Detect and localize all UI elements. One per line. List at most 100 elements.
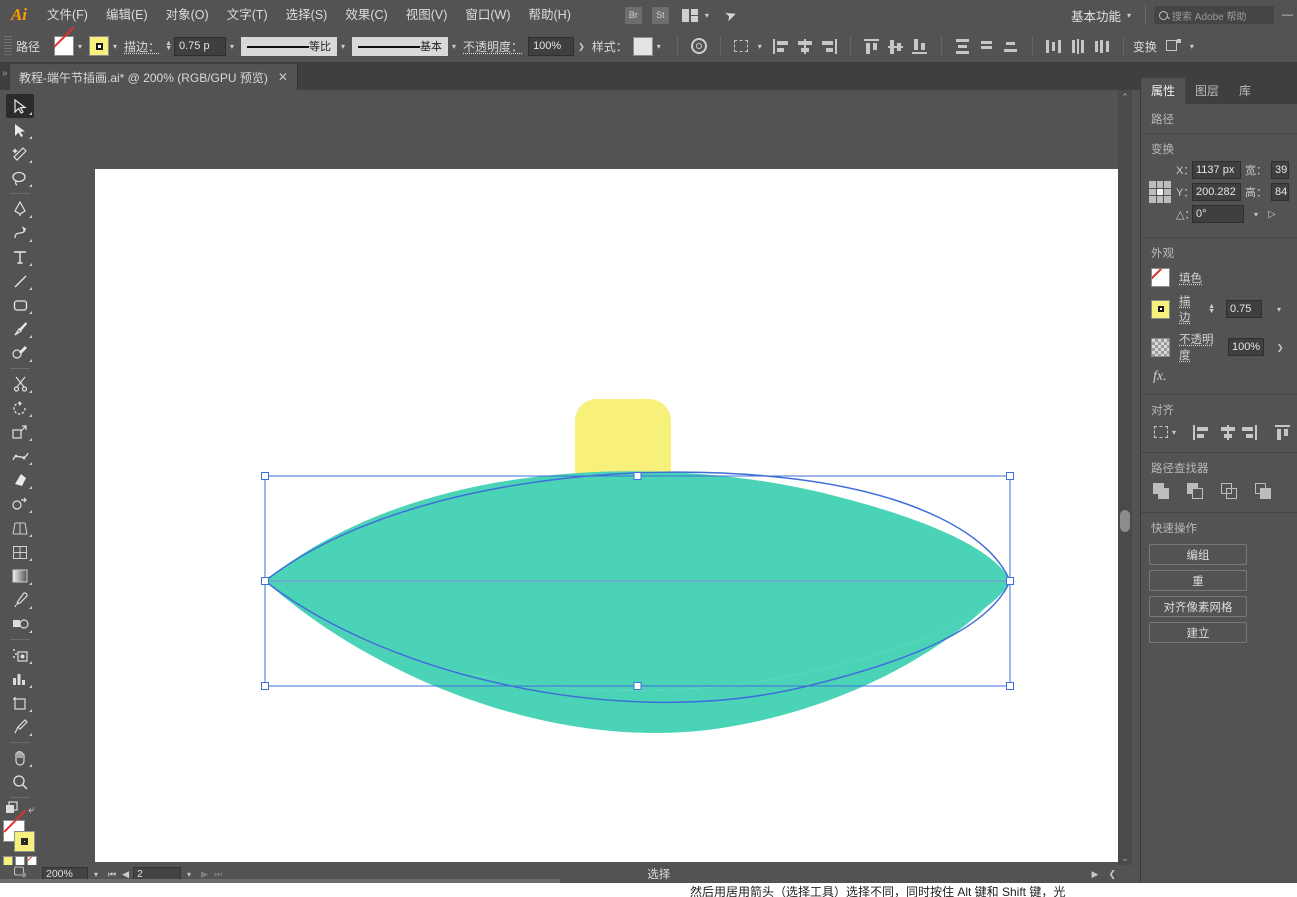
selection-tool[interactable] — [6, 94, 34, 118]
menu-select[interactable]: 选择(S) — [277, 0, 337, 30]
tab-layers[interactable]: 图层 — [1185, 78, 1229, 104]
align-center-horizontal-icon[interactable] — [797, 38, 813, 54]
brush-chevron-down-icon[interactable]: ▾ — [452, 42, 456, 51]
last-artboard-icon[interactable]: ⏭ — [214, 869, 222, 880]
canvas-vertical-scrollbar[interactable]: ⌃ ⌄ — [1118, 90, 1132, 865]
width-input[interactable]: 39 — [1271, 161, 1289, 179]
zoom-tool[interactable] — [6, 770, 34, 794]
x-input[interactable]: 1137 px — [1192, 161, 1241, 179]
appearance-stroke-stepper[interactable]: ▲ ▼ — [1208, 303, 1215, 315]
height-input[interactable]: 84 — [1271, 183, 1289, 201]
workspace-chevron-down-icon[interactable]: ▾ — [1127, 11, 1131, 20]
lasso-tool[interactable] — [6, 166, 34, 190]
opacity-input[interactable]: 100% — [528, 36, 575, 56]
distribute-center-icon[interactable] — [979, 39, 995, 54]
arrange-chevron-down-icon[interactable]: ▾ — [705, 11, 709, 20]
bridge-button[interactable]: Br — [624, 6, 642, 24]
reference-point-icon[interactable] — [1149, 181, 1171, 203]
rectangle-tool[interactable] — [6, 293, 34, 317]
menu-object[interactable]: 对象(O) — [157, 0, 218, 30]
stroke-color-swatch[interactable] — [14, 831, 35, 852]
symbol-sprayer-tool[interactable] — [6, 643, 34, 667]
group-button[interactable]: 编组 — [1149, 544, 1247, 565]
control-bar-grip[interactable] — [4, 36, 12, 56]
appearance-fill-swatch[interactable] — [1151, 268, 1170, 287]
appearance-opacity-expand-icon[interactable]: ❯ — [1273, 343, 1287, 352]
menu-type[interactable]: 文字(T) — [218, 0, 277, 30]
align-to-chevron-down-icon[interactable]: ▾ — [1169, 428, 1178, 437]
panel-align-right-icon[interactable] — [1241, 425, 1257, 440]
fill-swatch[interactable] — [54, 36, 75, 56]
select-similar-chevron-icon[interactable]: ▾ — [758, 42, 762, 51]
appearance-stroke-input[interactable]: 0.75 — [1226, 300, 1262, 318]
style-chevron-down-icon[interactable]: ▾ — [657, 42, 661, 51]
width-tool[interactable] — [6, 444, 34, 468]
magic-wand-tool[interactable] — [6, 142, 34, 166]
fill-chevron-down-icon[interactable]: ▾ — [78, 42, 82, 51]
graphic-style-swatch[interactable] — [632, 36, 653, 56]
appearance-opacity-input[interactable]: 100% — [1227, 338, 1265, 356]
distribute-bottom-icon[interactable] — [1003, 39, 1019, 54]
distribute-left-icon[interactable] — [1045, 39, 1062, 54]
menu-view[interactable]: 视图(V) — [397, 0, 457, 30]
scissors-tool[interactable] — [6, 372, 34, 396]
canvas-area[interactable] — [40, 90, 1140, 865]
pathfinder-exclude-icon[interactable] — [1255, 483, 1275, 500]
flip-icon[interactable]: ▷ — [1268, 209, 1276, 220]
stroke-swatch[interactable] — [89, 36, 110, 56]
select-similar-icon[interactable] — [733, 39, 750, 54]
angle-input[interactable]: 0° — [1192, 205, 1244, 223]
artboard-chevron-down-icon[interactable]: ▾ — [181, 870, 197, 879]
distribute-center-h-icon[interactable] — [1070, 38, 1086, 54]
appearance-stroke-chevron-down-icon[interactable]: ▾ — [1271, 305, 1287, 314]
tabbar-overflow-icon[interactable] — [0, 63, 10, 90]
line-segment-tool[interactable] — [6, 269, 34, 293]
transform-chevron-down-icon[interactable]: ▾ — [1190, 42, 1194, 51]
align-bottom-icon[interactable] — [911, 38, 928, 54]
stroke-weight-stepper[interactable]: ▲ ▼ — [165, 40, 172, 52]
tab-libraries[interactable]: 库 — [1229, 78, 1261, 104]
y-input[interactable]: 200.282 — [1192, 183, 1241, 201]
menu-window[interactable]: 窗口(W) — [456, 0, 519, 30]
zoom-chevron-down-icon[interactable]: ▾ — [88, 870, 104, 879]
distribute-right-icon[interactable] — [1094, 39, 1110, 54]
first-artboard-icon[interactable]: ⏮ — [108, 869, 116, 880]
angle-chevron-down-icon[interactable]: ▾ — [1248, 210, 1264, 219]
scroll-up-icon[interactable]: ⌃ — [1118, 90, 1132, 104]
appearance-stroke-swatch[interactable] — [1151, 299, 1170, 319]
menu-help[interactable]: 帮助(H) — [520, 0, 580, 30]
close-icon[interactable]: ✕ — [278, 70, 288, 84]
menu-edit[interactable]: 编辑(E) — [97, 0, 157, 30]
mesh-tool[interactable] — [6, 540, 34, 564]
opacity-expand-icon[interactable]: ❯ — [578, 42, 585, 51]
artboard-tool[interactable] — [6, 691, 34, 715]
curvature-tool[interactable] — [6, 221, 34, 245]
align-top-icon[interactable] — [863, 38, 880, 54]
fx-button[interactable]: fx. — [1141, 366, 1297, 385]
blend-tool[interactable] — [6, 612, 34, 636]
edit-toolbar-icon[interactable] — [5, 801, 19, 818]
align-pixel-grid-button[interactable]: 对齐像素网格 — [1149, 596, 1247, 617]
status-play-icon[interactable]: ▶ — [1092, 869, 1099, 880]
panel-align-left-icon[interactable] — [1192, 425, 1208, 440]
profile-chevron-down-icon[interactable]: ▾ — [341, 42, 345, 51]
pathfinder-minus-front-icon[interactable] — [1187, 483, 1207, 500]
scale-tool[interactable] — [6, 420, 34, 444]
panel-align-center-h-icon[interactable] — [1220, 425, 1235, 440]
swap-fill-stroke-icon[interactable]: ⤶ — [28, 802, 35, 817]
window-minimize-button[interactable]: — — [1282, 9, 1293, 21]
pen-tool[interactable] — [6, 197, 34, 221]
stroke-chevron-down-icon[interactable]: ▾ — [113, 42, 117, 51]
align-right-icon[interactable] — [821, 38, 837, 54]
next-artboard-icon[interactable]: ▶ — [201, 869, 208, 880]
share-plane-icon[interactable]: ➤ — [722, 5, 739, 25]
menu-file[interactable]: 文件(F) — [38, 0, 97, 30]
free-transform-tool[interactable] — [6, 468, 34, 492]
search-input[interactable]: 搜索 Adobe 帮助 — [1154, 6, 1274, 24]
stock-button[interactable]: St — [651, 6, 669, 24]
panel-align-top-icon[interactable] — [1274, 425, 1290, 440]
align-to-selection-icon[interactable] — [1154, 425, 1168, 440]
status-collapse-icon[interactable]: ❮ — [1108, 869, 1116, 880]
stroke-weight-chevron-down-icon[interactable]: ▾ — [230, 42, 234, 51]
paintbrush-tool[interactable] — [6, 317, 34, 341]
